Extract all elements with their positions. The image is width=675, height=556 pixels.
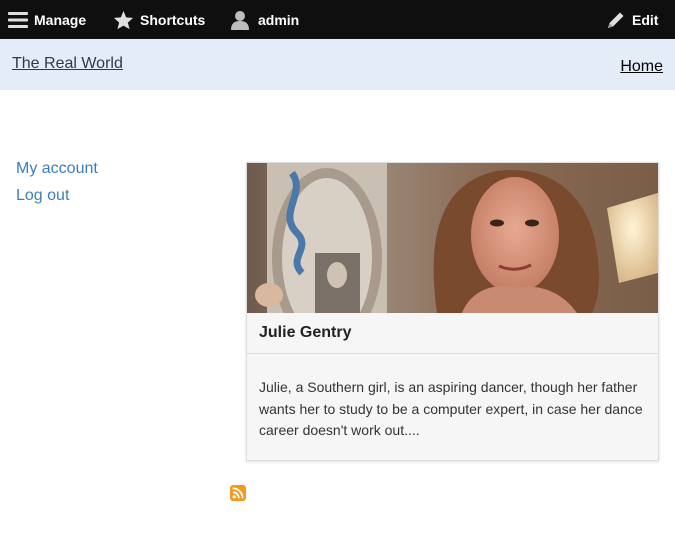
site-name-link[interactable]: The Real World (12, 55, 123, 73)
user-menu-button[interactable]: admin (230, 0, 299, 39)
user-icon (230, 10, 250, 30)
manage-button[interactable]: Manage (8, 0, 86, 39)
site-header: The Real World Home (0, 39, 675, 90)
log-out-link[interactable]: Log out (16, 182, 98, 209)
manage-label: Manage (34, 11, 87, 28)
edit-label: Edit (632, 11, 659, 28)
star-icon (113, 10, 134, 30)
home-link[interactable]: Home (620, 58, 663, 76)
card-image[interactable] (247, 163, 658, 313)
shortcuts-button[interactable]: Shortcuts (113, 0, 205, 39)
my-account-link[interactable]: My account (16, 155, 98, 182)
user-account-menu: My account Log out (16, 155, 98, 209)
pencil-icon (606, 10, 626, 30)
card-body-text: Julie, a Southern girl, is an aspiring d… (259, 379, 643, 438)
admin-toolbar: Manage Shortcuts admin Edit (0, 0, 675, 39)
card-title[interactable]: Julie Gentry (247, 313, 658, 354)
shortcuts-label: Shortcuts (140, 11, 206, 28)
user-label: admin (258, 11, 300, 28)
rss-feed-icon[interactable] (230, 485, 246, 501)
content-card: Julie Gentry Julie, a Southern girl, is … (246, 162, 659, 461)
hamburger-menu-icon (8, 11, 28, 29)
edit-button[interactable]: Edit (606, 0, 658, 39)
